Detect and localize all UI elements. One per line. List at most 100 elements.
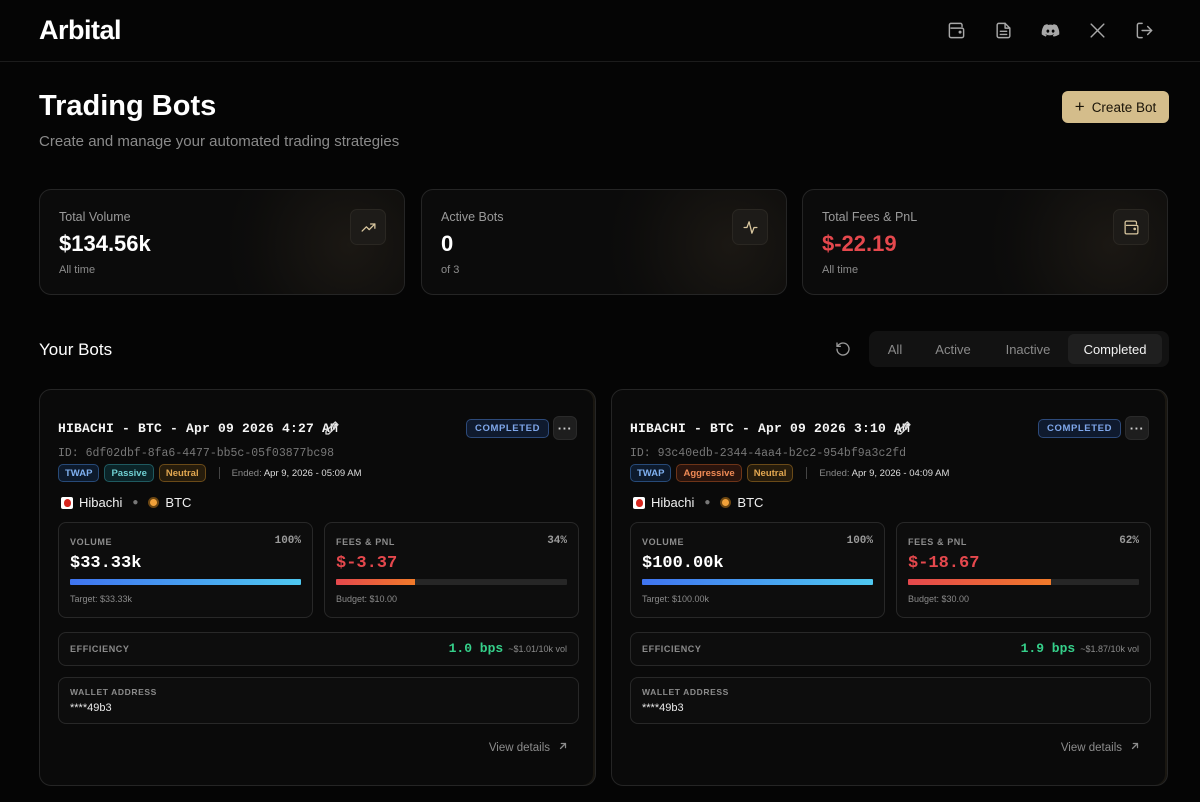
page-title: Trading Bots [39, 90, 217, 122]
stat-value: $-22.19 [822, 231, 897, 256]
status-badge: COMPLETED [1038, 419, 1122, 438]
tag-strategy: TWAP [630, 464, 672, 482]
status-badge: COMPLETED [466, 419, 550, 438]
bot-id: ID: 93c40edb-2344-4aa4-b2c2-954bf9a3c2fd [630, 447, 907, 460]
view-details-label: View details [1060, 741, 1122, 754]
efficiency-sub: ~$1.87/10k vol [1080, 644, 1139, 654]
efficiency-sub: ~$1.01/10k vol [508, 644, 567, 654]
arrow-up-right-icon [1130, 741, 1140, 754]
wallet-box: WALLET ADDRESS ****49b3 [630, 677, 1151, 724]
efficiency-value: 1.0 bps [448, 641, 504, 656]
efficiency-value: 1.9 bps [1020, 641, 1076, 656]
view-details-link[interactable]: View details [489, 741, 568, 754]
volume-metric: VOLUME 100% $33.33k Target: $33.33k [58, 522, 313, 618]
efficiency-box: EFFICIENCY 1.0 bps ~$1.01/10k vol [58, 632, 579, 666]
bot-card[interactable]: HIBACHI - BTC - Apr 09 2026 4:27 AM COMP… [39, 389, 596, 786]
discord-icon[interactable] [1027, 13, 1074, 49]
refresh-icon[interactable] [832, 338, 854, 360]
ended-label: Ended: [231, 467, 262, 479]
btc-logo-icon [720, 497, 732, 508]
tag-bias: Neutral [746, 464, 794, 482]
bot-card[interactable]: HIBACHI - BTC - Apr 09 2026 3:10 AM COMP… [611, 389, 1168, 786]
metric-target: Target: $33.33k [70, 594, 133, 604]
btc-logo-icon [148, 497, 160, 508]
pencil-icon[interactable] [896, 420, 912, 436]
stat-value: 0 [441, 231, 454, 256]
more-options-button[interactable]: ··· [1125, 416, 1149, 440]
metric-value: $100.00k [642, 554, 724, 573]
metric-label: FEES & PNL [908, 537, 968, 547]
metric-label: VOLUME [642, 537, 685, 547]
bot-title: HIBACHI - BTC - Apr 09 2026 4:27 AM [58, 421, 339, 436]
fees-metric: FEES & PNL 34% $-3.37 Budget: $10.00 [324, 522, 579, 618]
efficiency-label: EFFICIENCY [642, 644, 702, 654]
tag-strategy: TWAP [58, 464, 100, 482]
app-logo[interactable]: Arbital [39, 15, 122, 46]
fees-progress-fill [908, 579, 1052, 585]
tab-inactive[interactable]: Inactive [988, 334, 1068, 364]
tab-active[interactable]: Active [918, 334, 988, 364]
stat-card-fees-pnl: Total Fees & PnL $-22.19 All time [802, 189, 1168, 295]
dot-separator: ● [132, 497, 139, 508]
plus-icon: + [1074, 97, 1085, 116]
wallet-label: WALLET ADDRESS [70, 687, 157, 697]
efficiency-label: EFFICIENCY [70, 644, 130, 654]
stat-value: $134.56k [59, 231, 151, 256]
efficiency-value-group: 1.9 bps ~$1.87/10k vol [1021, 641, 1139, 656]
hibachi-logo-icon [633, 496, 645, 509]
dot-separator: ● [704, 497, 711, 508]
stat-sub: All time [59, 264, 96, 276]
more-options-button[interactable]: ··· [553, 416, 577, 440]
progress-track [642, 579, 873, 585]
metric-percent: 34% [547, 535, 567, 547]
wallet-box: WALLET ADDRESS ****49b3 [58, 677, 579, 724]
tab-completed[interactable]: Completed [1068, 334, 1162, 364]
metric-value: $-3.37 [336, 554, 398, 573]
asset-name: BTC [737, 495, 764, 510]
bot-tags: TWAP Aggressive Neutral Ended: Apr 9, 20… [630, 464, 949, 482]
stat-card-total-volume: Total Volume $134.56k All time [39, 189, 405, 295]
view-details-label: View details [488, 741, 550, 754]
logout-icon[interactable] [1121, 13, 1168, 49]
tag-mode: Aggressive [676, 464, 742, 482]
volume-progress-fill [642, 579, 873, 585]
metric-label: FEES & PNL [336, 537, 396, 547]
trending-up-icon [350, 209, 386, 245]
wallet-icon[interactable] [933, 13, 980, 49]
metric-target: Target: $100.00k [642, 594, 710, 604]
ended-label: Ended: [819, 467, 850, 479]
create-bot-button[interactable]: + Create Bot [1062, 91, 1169, 123]
divider [218, 467, 220, 479]
wallet-address: ****49b3 [642, 702, 684, 714]
ended-value: Apr 9, 2026 - 04:09 AM [851, 467, 950, 479]
metric-percent: 100% [274, 535, 301, 547]
divider [806, 467, 808, 479]
tag-mode: Passive [104, 464, 154, 482]
progress-track [908, 579, 1139, 585]
pencil-icon[interactable] [324, 420, 340, 436]
exchange-name: Hibachi [651, 495, 695, 510]
document-icon[interactable] [980, 13, 1027, 49]
volume-progress-fill [70, 579, 301, 585]
tag-bias: Neutral [158, 464, 206, 482]
metric-percent: 62% [1119, 535, 1139, 547]
ended-value: Apr 9, 2026 - 05:09 AM [263, 467, 362, 479]
metric-percent: 100% [846, 535, 873, 547]
metric-value: $33.33k [70, 554, 142, 573]
volume-metric: VOLUME 100% $100.00k Target: $100.00k [630, 522, 885, 618]
wallet-address: ****49b3 [70, 702, 112, 714]
tab-all[interactable]: All [872, 334, 918, 364]
exchange-row: Hibachi ● BTC [633, 495, 763, 510]
progress-track [336, 579, 567, 585]
ended-time: Ended: Apr 9, 2026 - 05:09 AM [232, 468, 362, 479]
exchange-name: Hibachi [79, 495, 123, 510]
exchange-row: Hibachi ● BTC [61, 495, 191, 510]
x-icon[interactable] [1074, 13, 1121, 49]
asset-name: BTC [165, 495, 192, 510]
view-details-link[interactable]: View details [1061, 741, 1140, 754]
efficiency-box: EFFICIENCY 1.9 bps ~$1.87/10k vol [630, 632, 1151, 666]
stat-label: Active Bots [441, 210, 504, 224]
stat-label: Total Volume [59, 210, 131, 224]
metric-budget: Budget: $30.00 [908, 594, 970, 604]
activity-icon [732, 209, 768, 245]
